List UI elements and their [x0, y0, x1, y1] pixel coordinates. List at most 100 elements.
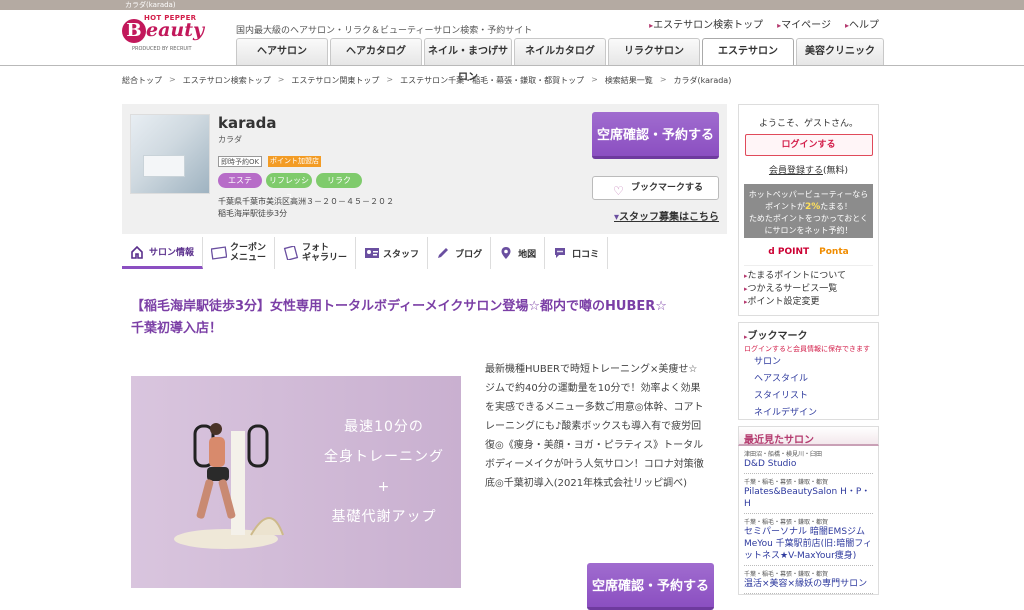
photo-icon: [283, 245, 299, 261]
bookmark-button[interactable]: ♡ ブックマークする: [592, 176, 719, 200]
salon-tabs: サロン情報 クーポン メニュー フォト ギャラリー スタッフ ブログ 地図 口コミ: [122, 237, 609, 269]
recent-salons-title: 最近見たサロン: [738, 426, 879, 446]
list-item[interactable]: 千葉・稲毛・幕張・鎌取・都賀 セミパーソナル 暗闇EMSジム MeYou 千葉駅…: [744, 514, 873, 566]
point-promo-line: ホットペッパービューティーなら: [748, 190, 869, 199]
point-promo-rate-line: ポイントが2%たまる！: [764, 202, 853, 212]
hotpepper-beauty-logo[interactable]: HOT PEPPER B eauty PRODUCED BY RECRUIT: [122, 14, 218, 54]
breadcrumb-item[interactable]: エステサロン千葉・稲毛・幕張・鎌取・都賀トップ: [400, 75, 584, 86]
point-link[interactable]: ポイント設定変更: [744, 296, 873, 309]
dpoint-logo: d POINT: [768, 247, 810, 257]
recent-salon-area: 津田沼・船橋・検見川・臼田: [744, 451, 823, 458]
point-rate: 2%: [804, 202, 821, 212]
tab-blog[interactable]: ブログ: [428, 237, 492, 269]
nav-tab-beauty-clinic[interactable]: 美容クリニック: [796, 38, 884, 65]
list-item[interactable]: 津田沼・船橋・検見川・臼田 D&D Studio: [744, 446, 873, 474]
header-link-help[interactable]: ヘルプ: [845, 16, 879, 31]
sidebar: ようこそ、ゲストさん。 ログインする 会員登録する(無料) ホットペッパービュー…: [738, 104, 879, 595]
tab-coupon-menu[interactable]: クーポン メニュー: [203, 237, 276, 269]
tab-map[interactable]: 地図: [491, 237, 546, 269]
login-button[interactable]: ログインする: [744, 134, 873, 156]
global-nav: ヘアサロン ヘアカタログ ネイル・まつげサロン ネイルカタログ リラクサロン エ…: [236, 38, 884, 83]
instant-booking-badge: 即時予約OK: [218, 156, 263, 167]
bookmark-box-note: ログインすると会員情報に保存できます: [744, 345, 870, 353]
point-link[interactable]: つかえるサービス一覧: [744, 283, 873, 296]
pen-icon: [436, 246, 450, 260]
recent-salons-list: 津田沼・船橋・検見川・臼田 D&D Studio 千葉・稲毛・幕張・鎌取・都賀 …: [738, 446, 879, 595]
salon-hero-image: 最速10分の 全身トレーニング + 基礎代謝アップ: [131, 376, 461, 588]
salon-kana: カラダ: [218, 135, 242, 144]
bookmark-item-stylist[interactable]: スタイリスト: [754, 388, 873, 405]
bookmark-item-hairstyle[interactable]: ヘアスタイル: [754, 371, 873, 388]
browser-title-bar: カラダ(karada): [0, 0, 1024, 10]
salon-name: karada: [218, 114, 277, 132]
breadcrumb-current: カラダ(karada): [673, 76, 732, 85]
salon-access: 稲毛海岸駅徒歩3分: [218, 209, 288, 218]
hero-catch-line: 基礎代謝アップ: [331, 509, 437, 525]
tab-salon-info[interactable]: サロン情報: [122, 237, 204, 269]
tab-photo-gallery[interactable]: フォト ギャラリー: [275, 237, 357, 269]
tab-label: サロン情報: [149, 248, 195, 258]
bookmark-box-title: ブックマーク: [744, 327, 873, 342]
staff-icon: [364, 246, 380, 260]
recent-salon-name[interactable]: 温活×美容×縁妖の専門サロン: [744, 578, 873, 590]
header-link-search-top[interactable]: エステサロン検索トップ: [649, 16, 763, 31]
register-note: (無料): [822, 166, 849, 176]
breadcrumb-item[interactable]: 総合トップ: [122, 75, 162, 86]
recent-salon-area: 千葉・稲毛・幕張・鎌取・都賀: [744, 519, 829, 526]
list-item[interactable]: 千葉・稲毛・幕張・鎌取・都賀 温活×美容×縁妖の専門サロン: [744, 566, 873, 594]
nav-tab-hair-salon[interactable]: ヘアサロン: [236, 38, 328, 65]
bookmark-button-label: ブックマークする: [631, 183, 704, 193]
breadcrumb-item[interactable]: エステサロン関東トップ: [291, 75, 379, 86]
register-row: 会員登録する(無料): [739, 163, 878, 176]
point-partner-logos: d POINT Ponta: [739, 243, 878, 261]
nav-tab-nail-eyelash[interactable]: ネイル・まつげサロン: [424, 38, 512, 83]
breadcrumb-item[interactable]: 検索結果一覧: [605, 75, 653, 86]
nav-tab-relax-salon[interactable]: リラクサロン: [608, 38, 700, 65]
genre-tag-esthe[interactable]: エステ: [218, 173, 262, 188]
staff-recruit-link[interactable]: スタッフ募集はこちら: [614, 208, 719, 223]
tab-reviews[interactable]: 口コミ: [545, 237, 609, 269]
logo-b-mark: B: [122, 19, 146, 43]
breadcrumb-item[interactable]: エステサロン検索トップ: [183, 75, 271, 86]
bookmark-box: ブックマーク ログインすると会員情報に保存できます サロン ヘアスタイル スタイ…: [738, 322, 879, 420]
list-item[interactable]: 千葉・稲毛・幕張・鎌取・都賀 Pilates&BeautySalon H・P・H: [744, 474, 873, 514]
point-link[interactable]: たまるポイントについて: [744, 270, 873, 283]
nav-tab-nail-catalog[interactable]: ネイルカタログ: [514, 38, 606, 65]
header-divider: [0, 65, 1024, 66]
ponta-logo: Ponta: [819, 247, 849, 257]
tab-label: 地図: [518, 249, 537, 260]
point-promo-banner[interactable]: ホットペッパービューティーなら ポイントが2%たまる！ ためたポイントをつかって…: [744, 184, 873, 238]
recent-salon-name[interactable]: セミパーソナル 暗闇EMSジム MeYou 千葉駅前店(旧:暗闇フィットネス★V…: [744, 526, 873, 562]
header-link-mypage[interactable]: マイページ: [777, 16, 831, 31]
salon-thumbnail[interactable]: [130, 114, 210, 194]
tab-label: ブログ: [455, 249, 483, 260]
recent-salon-name[interactable]: Pilates&BeautySalon H・P・H: [744, 486, 873, 510]
salon-catch-headline: 【稲毛海岸駅徒歩3分】女性専用トータルボディーメイクサロン登場☆都内で噂のHUB…: [131, 299, 667, 336]
genre-tag-relax[interactable]: リラク: [316, 173, 362, 188]
recent-salon-area: 千葉・稲毛・幕張・鎌取・都賀: [744, 571, 829, 578]
training-machine-illustration: [174, 423, 284, 549]
hero-catch-line: +: [377, 479, 391, 495]
register-link[interactable]: 会員登録する: [769, 166, 823, 176]
tab-label: クーポン メニュー: [230, 243, 267, 263]
genre-tag-refresh[interactable]: リフレッシュ: [266, 173, 312, 200]
salon-address: 千葉県千葉市美浜区高洲３－２０－４５－２０２: [218, 197, 394, 206]
logo-main-text: eauty: [146, 19, 205, 41]
nav-tab-hair-catalog[interactable]: ヘアカタログ: [330, 38, 422, 65]
map-pin-icon: [499, 246, 513, 260]
recent-salon-name[interactable]: D&D Studio: [744, 458, 873, 470]
bookmark-item-salon[interactable]: サロン: [754, 354, 873, 371]
reserve-button-bottom[interactable]: 空席確認・予約する: [587, 563, 714, 610]
tab-label: フォト ギャラリー: [302, 243, 348, 263]
tab-staff[interactable]: スタッフ: [356, 237, 429, 269]
breadcrumb: 総合トップ > エステサロン検索トップ > エステサロン関東トップ > エステサロン千…: [122, 75, 732, 86]
window-title: カラダ(karada): [125, 1, 176, 9]
point-links: たまるポイントについて つかえるサービス一覧 ポイント設定変更: [744, 265, 873, 315]
nav-tab-esthe-salon[interactable]: エステサロン: [702, 38, 794, 66]
heart-icon: ♡: [613, 184, 624, 198]
salon-description: 最新機種HUBERで時短トレーニング×美痩せ☆ジムで約40分の運動量を10分で！…: [485, 364, 704, 489]
login-box: ようこそ、ゲストさん。 ログインする 会員登録する(無料) ホットペッパービュー…: [738, 104, 879, 316]
bookmark-item-nail-design[interactable]: ネイルデザイン: [754, 405, 873, 422]
salon-header: karada カラダ 即時予約OK ポイント加盟店 エステ リフレッシュ リラク…: [122, 104, 727, 234]
reserve-button-top[interactable]: 空席確認・予約する: [592, 112, 719, 159]
